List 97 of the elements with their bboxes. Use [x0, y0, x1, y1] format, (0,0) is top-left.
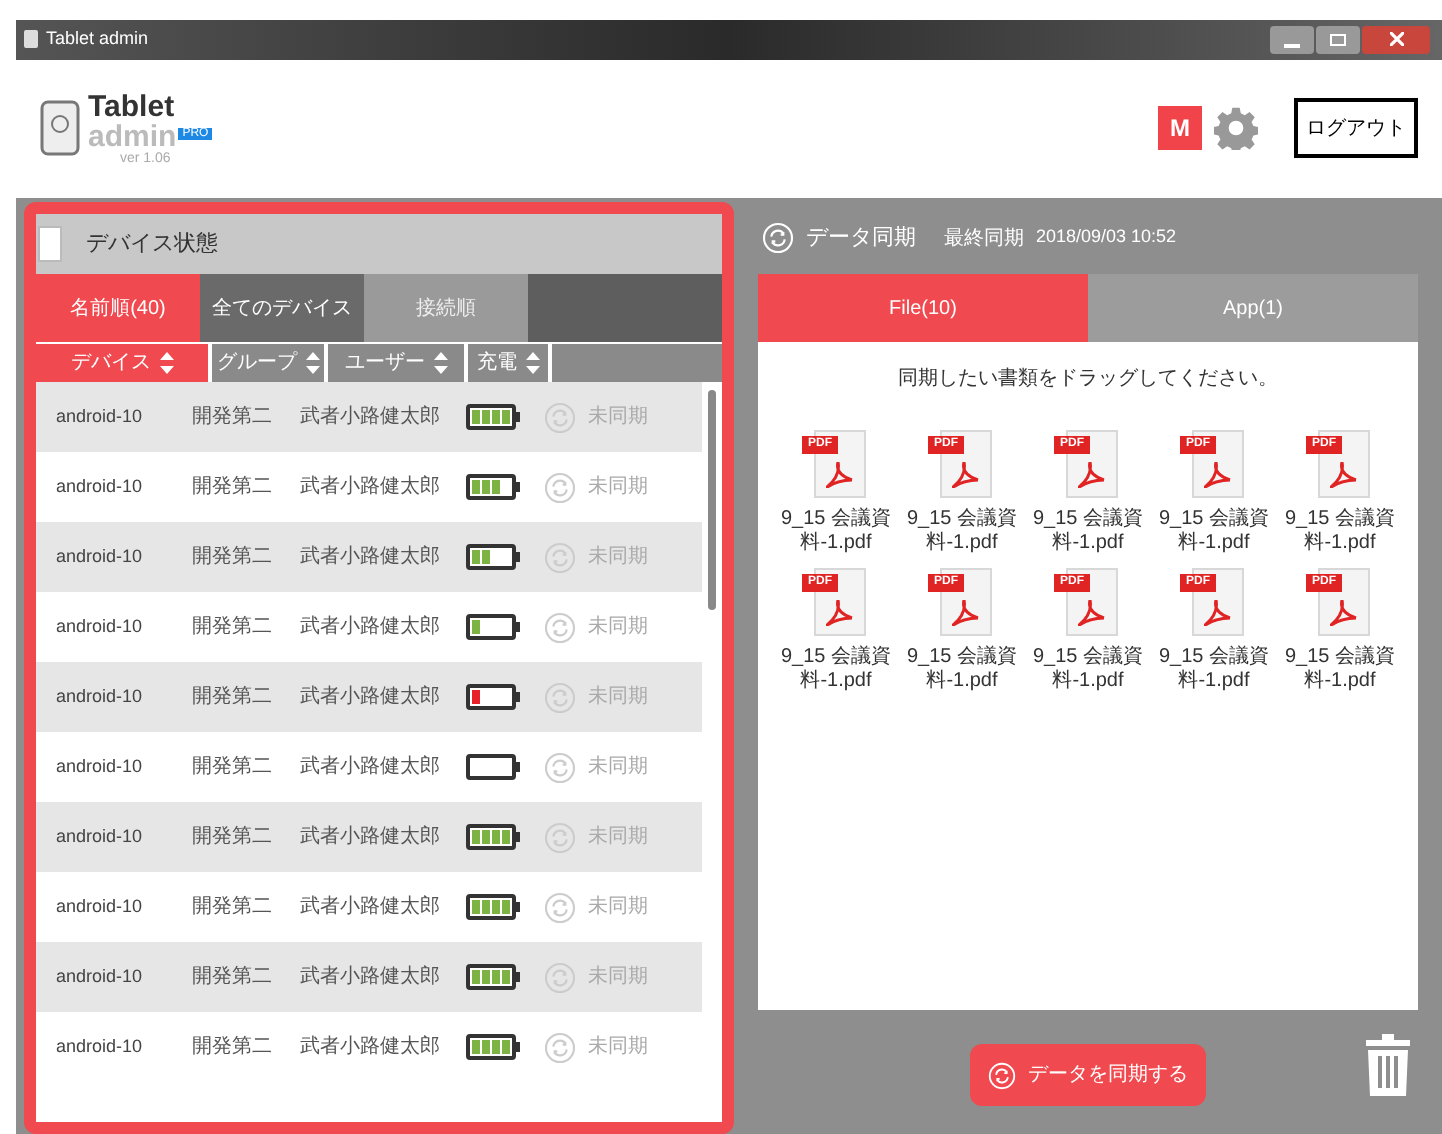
table-cell-text: android-10 [54, 403, 145, 430]
table-cell-text: 武者小路健太郎 [300, 823, 442, 852]
close-icon [1389, 32, 1403, 47]
file-name: 9_15 会議資料-1.pdf [904, 646, 1020, 694]
sync-status: 未同期 [588, 543, 648, 572]
file-drop-area[interactable] [758, 342, 1418, 1010]
sync-panel-title: データ同期 [806, 223, 916, 254]
table-cell-text: android-10 [54, 683, 145, 710]
sort-icon [305, 352, 319, 374]
sort-icon [433, 352, 447, 374]
table-cell-text: 武者小路健太郎 [300, 403, 442, 432]
last-sync-time: 2018/09/03 10:52 [1036, 224, 1177, 251]
settings-icon[interactable] [1214, 106, 1258, 151]
sync-status: 未同期 [588, 683, 648, 712]
table-cell-text: 開発第二 [192, 1034, 274, 1062]
table-cell-text: android-10 [54, 1033, 145, 1060]
sync-status: 未同期 [588, 893, 648, 922]
sort-icon [159, 352, 173, 374]
table-cell-text: 開発第二 [192, 964, 274, 992]
window-title: Tablet admin [46, 26, 149, 53]
minimize-button[interactable] [1270, 25, 1314, 54]
logout-button[interactable]: ログアウト [1294, 98, 1418, 159]
table-cell-text: 武者小路健太郎 [300, 543, 442, 572]
maximize-button[interactable] [1316, 25, 1360, 54]
file-name: 9_15 会議資料-1.pdf [1030, 646, 1146, 694]
sync-icon [544, 401, 576, 433]
table-cell-text: 武者小路健太郎 [300, 963, 442, 992]
table-cell-text: android-10 [54, 543, 145, 570]
sync-icon [762, 222, 794, 254]
sync-status: 未同期 [588, 753, 648, 782]
table-cell-text: android-10 [54, 893, 145, 920]
table-cell-text: 武者小路健太郎 [300, 473, 442, 502]
sort-tab[interactable]: 全てのデバイス [200, 274, 364, 342]
table-cell-text: 武者小路健太郎 [300, 753, 442, 782]
table-cell-text: android-10 [54, 753, 145, 780]
sync-icon [544, 541, 576, 573]
sync-status: 未同期 [588, 1033, 648, 1062]
file-name: 9_15 会議資料-1.pdf [778, 646, 894, 694]
table-cell-text: 武者小路健太郎 [300, 1033, 442, 1062]
drop-instruction: 同期したい書類をドラッグしてください。 [898, 365, 1278, 394]
tablet-logo-icon [40, 100, 80, 157]
sync-status: 未同期 [588, 823, 648, 852]
sync-data-button[interactable]: データを同期する [970, 1044, 1206, 1106]
sync-icon [988, 1061, 1016, 1089]
logo-title: Tablet [88, 91, 177, 122]
table-cell-text: 開発第二 [192, 474, 274, 502]
sort-tab[interactable]: 接続順 [364, 274, 528, 342]
sync-icon [544, 471, 576, 503]
sync-status: 未同期 [588, 613, 648, 642]
last-sync-label: 最終同期 [944, 225, 1024, 253]
table-cell-text: 武者小路健太郎 [300, 613, 442, 642]
column-header[interactable]: デバイス [36, 344, 208, 382]
sync-icon [544, 821, 576, 853]
panel-title: デバイス状態 [86, 229, 218, 260]
app-icon [24, 30, 38, 49]
sync-tab[interactable]: App(1) [1088, 274, 1418, 342]
table-cell-text: 開発第二 [192, 544, 274, 572]
table-cell-text: 開発第二 [192, 684, 274, 712]
file-name: 9_15 会議資料-1.pdf [1156, 508, 1272, 556]
sort-tab[interactable]: 名前順(40) [36, 274, 200, 342]
table-cell-text: 開発第二 [192, 894, 274, 922]
column-header[interactable]: グループ [212, 344, 324, 382]
table-cell-text: 開発第二 [192, 614, 274, 642]
sync-icon [544, 751, 576, 783]
sync-tab[interactable]: File(10) [758, 274, 1088, 342]
sync-icon [544, 681, 576, 713]
scrollbar-thumb[interactable] [708, 390, 716, 610]
column-header[interactable]: ユーザー [328, 344, 464, 382]
sync-icon [544, 611, 576, 643]
table-cell-text: android-10 [54, 613, 145, 640]
table-cell-text: 武者小路健太郎 [300, 893, 442, 922]
table-cell-text: 開発第二 [192, 824, 274, 852]
sync-status: 未同期 [588, 403, 648, 432]
table-cell-text: android-10 [54, 963, 145, 990]
column-header[interactable]: 充電 [468, 344, 548, 382]
sync-icon [544, 891, 576, 923]
close-button[interactable] [1362, 25, 1430, 54]
table-cell-text: 開発第二 [192, 404, 274, 432]
file-name: 9_15 会議資料-1.pdf [778, 508, 894, 556]
sort-icon [525, 352, 539, 374]
file-name: 9_15 会議資料-1.pdf [1030, 508, 1146, 556]
table-cell-text: 武者小路健太郎 [300, 683, 442, 712]
table-cell-text: 開発第二 [192, 754, 274, 782]
sync-icon [544, 1031, 576, 1063]
file-name: 9_15 会議資料-1.pdf [1156, 646, 1272, 694]
table-cell-text: android-10 [54, 473, 145, 500]
logo-subtitle: admin [88, 121, 177, 152]
sync-status: 未同期 [588, 473, 648, 502]
sync-icon [544, 961, 576, 993]
sync-status: 未同期 [588, 963, 648, 992]
m-badge[interactable]: M [1158, 106, 1202, 151]
file-name: 9_15 会議資料-1.pdf [904, 508, 1020, 556]
checkbox[interactable] [38, 226, 62, 262]
trash-icon[interactable] [1366, 1034, 1410, 1096]
file-name: 9_15 会議資料-1.pdf [1282, 508, 1398, 556]
file-name: 9_15 会議資料-1.pdf [1282, 646, 1398, 694]
table-cell-text: android-10 [54, 823, 145, 850]
